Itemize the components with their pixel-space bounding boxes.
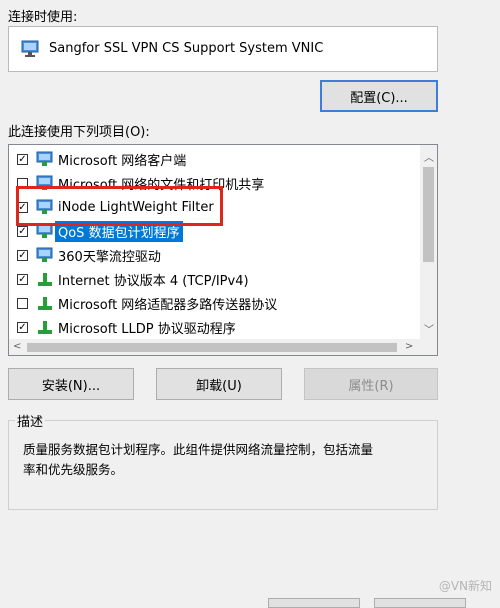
ok-button-partial[interactable] — [268, 598, 360, 608]
item-label: Microsoft 网络客户端 — [58, 153, 187, 169]
list-item[interactable]: ✓ Internet 协议版本 4 (TCP/IPv4) — [9, 267, 419, 291]
network-client-icon — [36, 151, 53, 166]
adapter-box: Sangfor SSL VPN CS Support System VNIC — [8, 26, 438, 72]
scroll-down-icon[interactable]: ﹀ — [424, 321, 434, 336]
vertical-scroll-thumb[interactable] — [423, 167, 434, 262]
item-label: 360天擎流控驱动 — [58, 249, 161, 265]
uninstall-button[interactable]: 卸载(U) — [156, 368, 282, 400]
vertical-scrollbar[interactable]: ︿ ﹀ — [420, 145, 437, 339]
item-checkbox[interactable]: ✓ — [17, 273, 28, 285]
description-text-line1: 质量服务数据包计划程序。此组件提供网络流量控制，包括流量 — [23, 442, 374, 457]
highlight-box — [16, 186, 223, 226]
item-checkbox[interactable]: ✓ — [17, 153, 28, 165]
item-checkbox[interactable]: ✓ — [17, 225, 28, 237]
scroll-left-icon[interactable]: < — [13, 341, 21, 352]
items-label: 此连接使用下列项目(O): — [8, 125, 150, 140]
list-item[interactable]: ✓ Microsoft 网络客户端 — [9, 147, 419, 171]
horizontal-scrollbar[interactable]: < > — [9, 339, 437, 355]
item-checkbox[interactable]: ✓ — [17, 249, 28, 261]
scroll-up-icon[interactable]: ︿ — [424, 149, 434, 164]
connect-using-label: 连接时使用: — [8, 10, 78, 25]
adapter-name: Sangfor SSL VPN CS Support System VNIC — [49, 41, 324, 56]
list-item[interactable]: ✓ 360天擎流控驱动 — [9, 243, 419, 267]
protocol-icon — [38, 273, 52, 286]
item-checkbox[interactable] — [17, 297, 28, 309]
description-group: 描述 质量服务数据包计划程序。此组件提供网络流量控制，包括流量 率和优先级服务。 — [8, 411, 438, 510]
network-client-icon — [36, 247, 53, 262]
item-label: Microsoft 网络适配器多路传送器协议 — [58, 297, 278, 313]
components-list[interactable]: ✓ Microsoft 网络客户端 Microsoft 网络的文件和打印机共享 … — [8, 144, 438, 356]
item-checkbox[interactable]: ✓ — [17, 321, 28, 333]
protocol-icon — [38, 321, 52, 334]
item-label: Microsoft LLDP 协议驱动程序 — [58, 321, 236, 337]
list-item[interactable]: ✓ Microsoft LLDP 协议驱动程序 — [9, 315, 419, 339]
watermark: @VN新知 — [438, 579, 492, 593]
cancel-button-partial[interactable] — [374, 598, 466, 608]
list-item[interactable]: Microsoft 网络适配器多路传送器协议 — [9, 291, 419, 315]
network-adapter-icon — [21, 40, 39, 57]
description-label: 描述 — [15, 411, 46, 430]
configure-button[interactable]: 配置(C)... — [320, 80, 438, 112]
horizontal-scroll-thumb[interactable] — [27, 343, 397, 352]
protocol-icon — [38, 297, 52, 310]
item-label: Internet 协议版本 4 (TCP/IPv4) — [58, 273, 249, 289]
install-button[interactable]: 安装(N)... — [8, 368, 134, 400]
scroll-right-icon[interactable]: > — [405, 341, 413, 352]
description-text-line2: 率和优先级服务。 — [23, 462, 124, 477]
properties-button[interactable]: 属性(R) — [304, 368, 438, 400]
